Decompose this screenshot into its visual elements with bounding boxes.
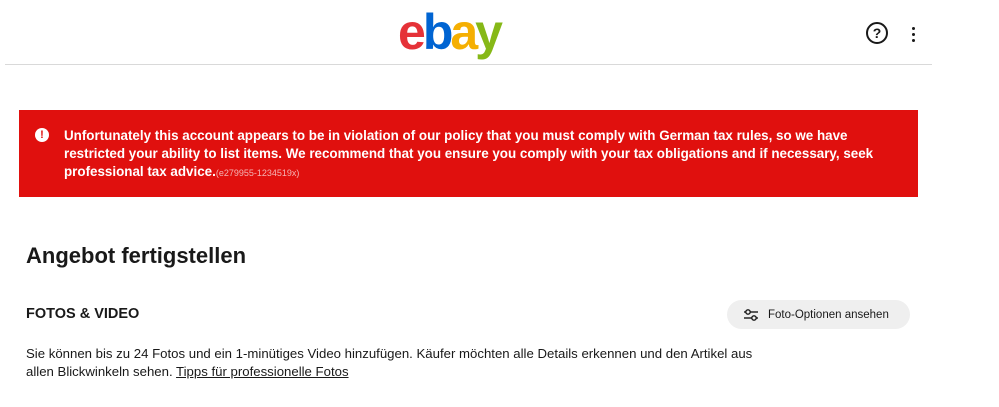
photo-options-label: Foto-Optionen ansehen bbox=[768, 308, 889, 321]
photo-tips-link[interactable]: Tipps für professionelle Fotos bbox=[176, 364, 349, 379]
alert-code: (e279955-1234519x) bbox=[215, 168, 300, 178]
alert-icon: ! bbox=[35, 128, 49, 142]
photos-section-title: FOTOS & VIDEO bbox=[26, 306, 140, 322]
help-circle-icon: ? bbox=[872, 25, 882, 41]
sliders-icon bbox=[744, 308, 758, 321]
photo-options-button[interactable]: Foto-Optionen ansehen bbox=[727, 300, 910, 329]
ebay-logo[interactable]: ebay bbox=[398, 4, 503, 60]
page-title: Angebot fertigstellen bbox=[26, 243, 247, 268]
photos-description-text: Sie können bis zu 24 Fotos und ein 1-min… bbox=[26, 346, 753, 379]
logo-letter-y: y bbox=[475, 4, 503, 60]
help-button[interactable]: ? bbox=[866, 22, 888, 44]
policy-violation-alert: ! Unfortunately this account appears to … bbox=[19, 110, 918, 197]
alert-message: Unfortunately this account appears to be… bbox=[64, 128, 874, 179]
logo-letter-b: b bbox=[422, 4, 453, 60]
page-header: ebay ? bbox=[5, 0, 932, 65]
photos-section-description: Sie können bis zu 24 Fotos und ein 1-min… bbox=[26, 345, 766, 381]
logo-letter-a: a bbox=[450, 4, 478, 60]
more-vertical-icon[interactable] bbox=[905, 22, 921, 46]
logo-letter-e: e bbox=[398, 4, 426, 60]
